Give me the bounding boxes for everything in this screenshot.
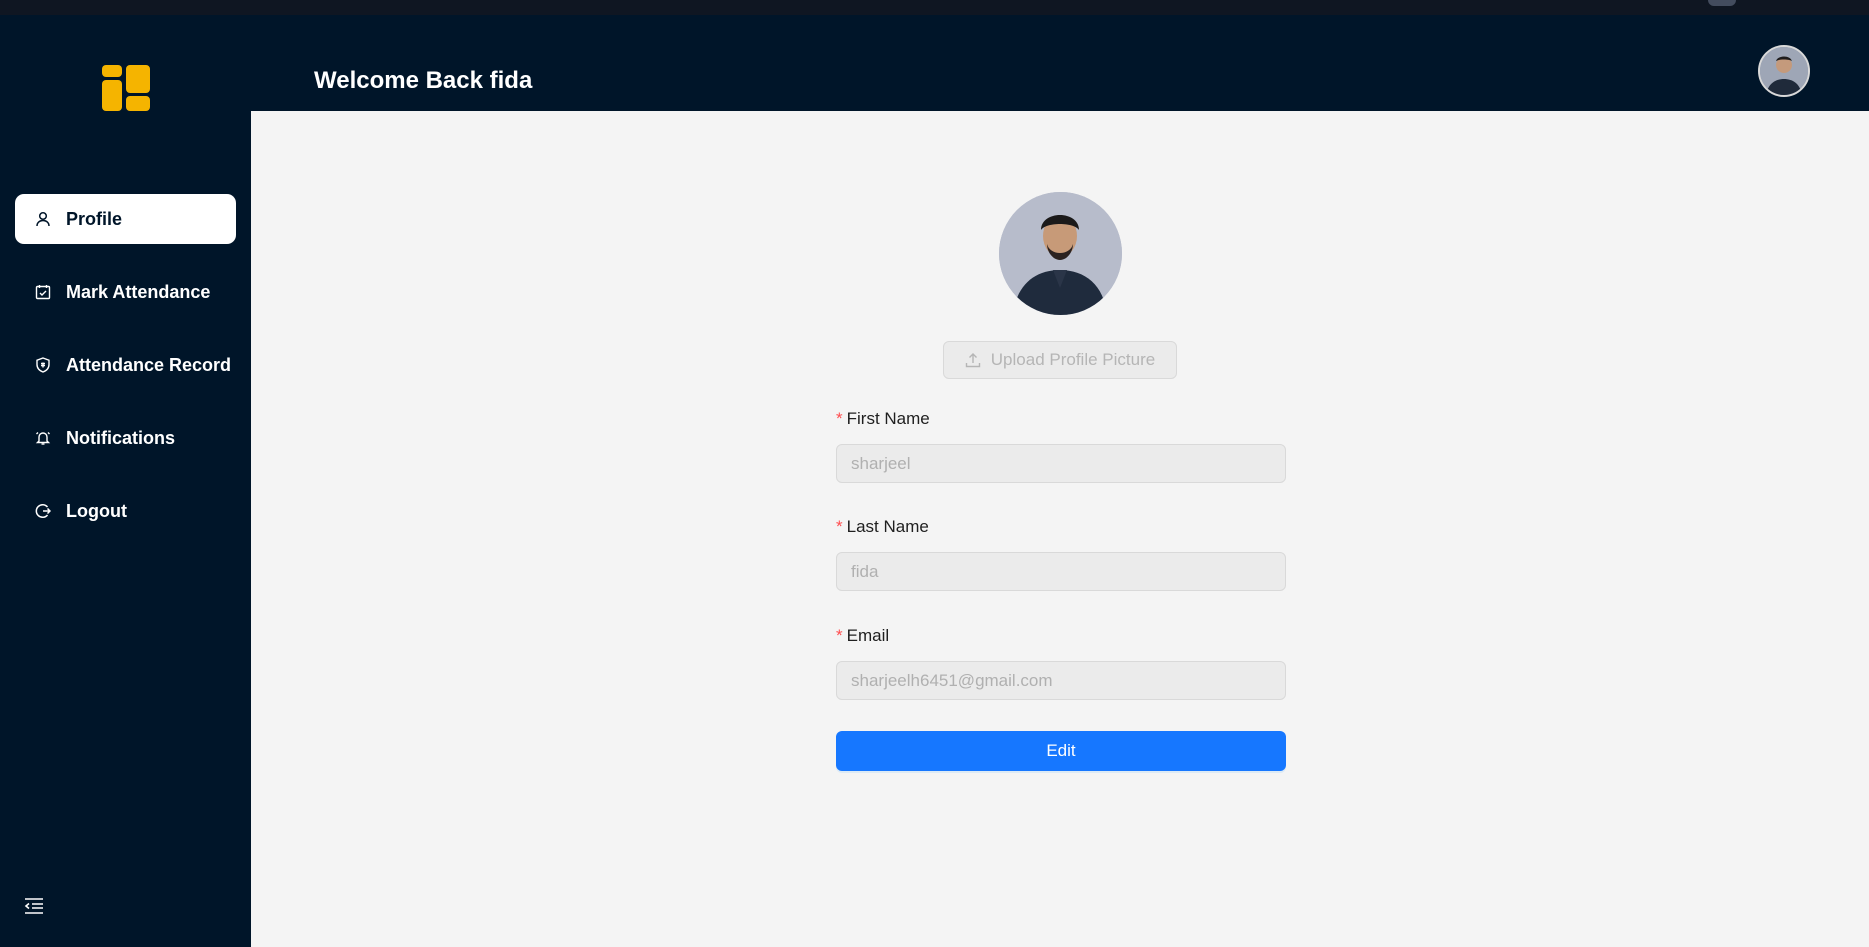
required-mark: *	[836, 626, 843, 645]
calendar-check-icon	[34, 283, 52, 301]
sidebar-item-label: Profile	[66, 208, 123, 229]
first-name-value: sharjeel	[851, 453, 911, 473]
email-label: * Email	[836, 626, 889, 646]
sidebar-item-label: Mark Attendance	[66, 281, 211, 302]
email-field[interactable]: sharjeelh6451@gmail.com	[836, 661, 1286, 700]
sidebar-item-attendance-record[interactable]: Attendance Record	[15, 340, 236, 390]
email-label-text: Email	[846, 626, 890, 645]
last-name-label-text: Last Name	[846, 517, 929, 536]
sidebar-item-label: Notifications	[66, 427, 176, 448]
sidebar-item-profile[interactable]: Profile	[15, 194, 236, 244]
sidebar-menu: Profile Mark Attendance Attendance Recor…	[15, 194, 236, 559]
last-name-field[interactable]: fida	[836, 552, 1286, 591]
shield-icon	[34, 356, 52, 374]
top-strip-avatar-fragment	[1708, 0, 1736, 6]
top-strip	[0, 0, 1869, 15]
sidebar-item-label: Logout	[66, 500, 127, 521]
profile-photo-image	[999, 192, 1122, 315]
profile-picture	[999, 192, 1122, 315]
user-icon	[34, 210, 52, 228]
sidebar: Profile Mark Attendance Attendance Recor…	[0, 15, 251, 947]
logout-icon	[34, 502, 52, 520]
email-value: sharjeelh6451@gmail.com	[851, 670, 1053, 690]
required-mark: *	[836, 517, 843, 536]
avatar-image	[1760, 47, 1808, 95]
first-name-field[interactable]: sharjeel	[836, 444, 1286, 483]
main-content: Upload Profile Picture * First Name sharj…	[251, 111, 1869, 947]
logo-icon	[102, 65, 150, 111]
last-name-value: fida	[851, 561, 879, 581]
page-title: Welcome Back fida	[314, 67, 533, 94]
bell-icon	[34, 429, 52, 447]
avatar[interactable]	[1758, 45, 1810, 97]
upload-icon	[965, 353, 980, 368]
sidebar-item-mark-attendance[interactable]: Mark Attendance	[15, 267, 236, 317]
sidebar-item-label: Attendance Record	[66, 354, 232, 375]
required-mark: *	[836, 409, 843, 428]
upload-profile-picture-button[interactable]: Upload Profile Picture	[943, 341, 1177, 379]
menu-collapse-icon[interactable]	[23, 895, 45, 917]
first-name-label: * First Name	[836, 409, 930, 429]
header: Welcome Back fida	[251, 15, 1869, 111]
last-name-label: * Last Name	[836, 517, 929, 537]
sidebar-item-notifications[interactable]: Notifications	[15, 413, 236, 463]
sidebar-item-logout[interactable]: Logout	[15, 486, 236, 536]
upload-button-label: Upload Profile Picture	[990, 350, 1156, 369]
first-name-label-text: First Name	[846, 409, 930, 428]
edit-button[interactable]: Edit	[836, 731, 1286, 771]
